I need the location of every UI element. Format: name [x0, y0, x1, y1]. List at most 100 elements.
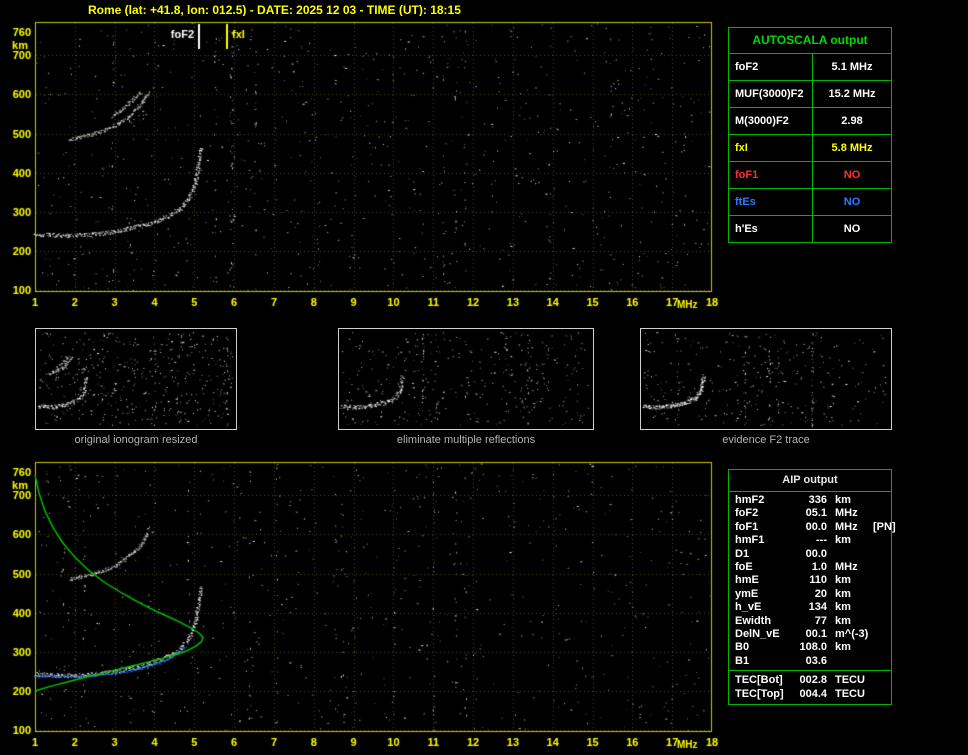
aip-val: 1.0 — [811, 561, 827, 574]
autoscala-row-label: M(3000)F2 — [729, 108, 813, 134]
autoscala-row-label: fxI — [729, 135, 813, 161]
autoscala-row: foF1 NO — [729, 162, 891, 189]
autoscala-row-value: NO — [843, 196, 861, 208]
autoscala-row: MUF(3000)F2 15.2 MHz — [729, 81, 891, 108]
aip-val: 03.6 — [805, 654, 827, 667]
aip-row: hmF1 --- km — [729, 534, 891, 547]
autoscala-row-value: 15.2 MHz — [828, 88, 876, 100]
aip-val: 20 — [814, 587, 827, 600]
autoscala-row-value: NO — [843, 169, 861, 181]
thumbnail-caption-eliminate: eliminate multiple reflections — [396, 434, 536, 446]
top-ionogram-plot — [5, 16, 720, 316]
thumbnail-eliminate-multiples — [338, 328, 594, 430]
aip-table-header: AIP output — [729, 470, 891, 492]
aip-extra — [871, 507, 891, 520]
tec-label: TEC[Bot] — [735, 674, 783, 687]
aip-label: hmE — [735, 574, 759, 587]
aip-tec-row: TEC[Top] 004.4 TECU — [729, 687, 891, 701]
aip-unit: MHz — [835, 561, 858, 574]
aip-unit: km — [835, 587, 851, 600]
aip-val: 05.1 — [805, 507, 827, 520]
autoscala-row-label: ftEs — [729, 189, 813, 215]
aip-extra — [871, 655, 891, 668]
aip-val: 110 — [809, 574, 827, 587]
aip-extra: [PN] — [873, 520, 896, 533]
autoscala-row: ftEs NO — [729, 189, 891, 216]
thumbnail-eliminate-multiples-canvas — [339, 329, 593, 429]
aip-extra — [871, 615, 891, 628]
aip-unit — [827, 655, 871, 668]
tec-val: 002.8 — [799, 674, 827, 687]
aip-extra — [871, 574, 891, 587]
autoscala-table-header: AUTOSCALA output — [729, 28, 891, 54]
aip-row: foE 1.0 MHz — [729, 561, 891, 574]
autoscala-row: h'Es NO — [729, 216, 891, 242]
aip-unit: MHz — [835, 507, 858, 520]
aip-val: 108.0 — [799, 641, 827, 654]
autoscala-row-label: h'Es — [729, 216, 813, 242]
aip-row: Ewidth 77 km — [729, 615, 891, 628]
aip-table-body: hmF2 336 km foF2 05.1 MHz foF1 00.0 MHz [PN] hmF1 -… — [729, 492, 896, 668]
aip-label: B1 — [735, 654, 750, 667]
aip-val: 336 — [808, 494, 827, 506]
aip-row: B1 03.6 — [729, 655, 891, 668]
tec-val: 004.4 — [799, 688, 827, 701]
aip-unit: km — [835, 614, 851, 627]
aip-unit: km — [835, 574, 851, 587]
aip-row: foF1 00.0 MHz [PN] — [729, 520, 896, 534]
bottom-ionogram-profile-plot — [5, 456, 720, 755]
aip-extra — [871, 588, 891, 601]
aip-unit — [827, 548, 871, 561]
aip-label: foF1 — [735, 520, 759, 533]
autoscala-row-label: MUF(3000)F2 — [729, 81, 813, 107]
aip-unit: MHz — [835, 520, 858, 533]
aip-row: B0 108.0 km — [729, 641, 891, 654]
autoscala-row-value: 5.1 MHz — [831, 61, 873, 73]
aip-output-table: AIP output hmF2 336 km foF2 05.1 MHz foF1 00.0 M… — [728, 469, 896, 706]
aip-label: D1 — [735, 547, 750, 560]
autoscala-row: fxI 5.8 MHz — [729, 135, 891, 162]
aip-extra — [871, 548, 891, 561]
autoscala-row-value: 2.98 — [841, 115, 863, 127]
aip-unit: km — [835, 641, 851, 654]
aip-row: DelN_vE 00.1 m^(-3) — [729, 628, 891, 641]
aip-label: B0 — [735, 641, 750, 654]
aip-val: 00.1 — [805, 628, 827, 641]
aip-row: foF2 05.1 MHz — [729, 507, 891, 520]
aip-extra — [871, 534, 891, 547]
aip-label: h_vE — [735, 601, 762, 614]
autoscala-row: M(3000)F2 2.98 — [729, 108, 891, 135]
aip-unit: km — [835, 601, 851, 614]
aip-extra — [871, 601, 891, 614]
aip-unit: km — [835, 494, 851, 506]
aip-row: h_vE 134 km — [729, 601, 891, 614]
aip-label: foF2 — [735, 507, 759, 520]
autoscala-table-body: foF2 5.1 MHz MUF(3000)F2 15.2 MHz M(3000)F2 2… — [729, 54, 891, 242]
thumbnail-caption-evidence: evidence F2 trace — [722, 434, 810, 446]
aip-extra — [871, 628, 891, 641]
aip-label: Ewidth — [735, 614, 772, 627]
aip-unit: km — [835, 534, 851, 547]
aip-val: 00.0 — [805, 547, 827, 560]
aip-unit: m^(-3) — [835, 628, 869, 641]
tec-unit: TECU — [835, 674, 865, 687]
aip-label: DelN_vE — [735, 628, 780, 641]
aip-row: hmE 110 km — [729, 574, 891, 587]
thumbnail-caption-original: original ionogram resized — [74, 434, 198, 446]
thumbnail-evidence-f2-trace — [640, 328, 892, 430]
aip-label: hmF2 — [735, 494, 765, 506]
autoscala-row-label: foF1 — [729, 162, 813, 188]
aip-label: ymE — [735, 587, 759, 600]
aip-tec-row: TEC[Bot] 002.8 TECU — [729, 673, 891, 687]
aip-extra — [871, 641, 891, 654]
aip-tec-section: TEC[Bot] 002.8 TECU TEC[Top] 004.4 TECU — [729, 670, 891, 704]
thumbnail-original-ionogram — [35, 328, 237, 430]
aip-label: hmF1 — [735, 534, 765, 547]
autoscala-row-value: 5.8 MHz — [831, 142, 873, 154]
aip-label: foE — [735, 561, 753, 574]
station-date-title: Rome (lat: +41.8, lon: 012.5) - DATE: 20… — [88, 3, 461, 17]
thumbnail-original-ionogram-canvas — [36, 329, 236, 429]
aip-val: 00.0 — [805, 520, 827, 533]
tec-label: TEC[Top] — [735, 688, 784, 701]
tec-unit: TECU — [835, 688, 865, 701]
